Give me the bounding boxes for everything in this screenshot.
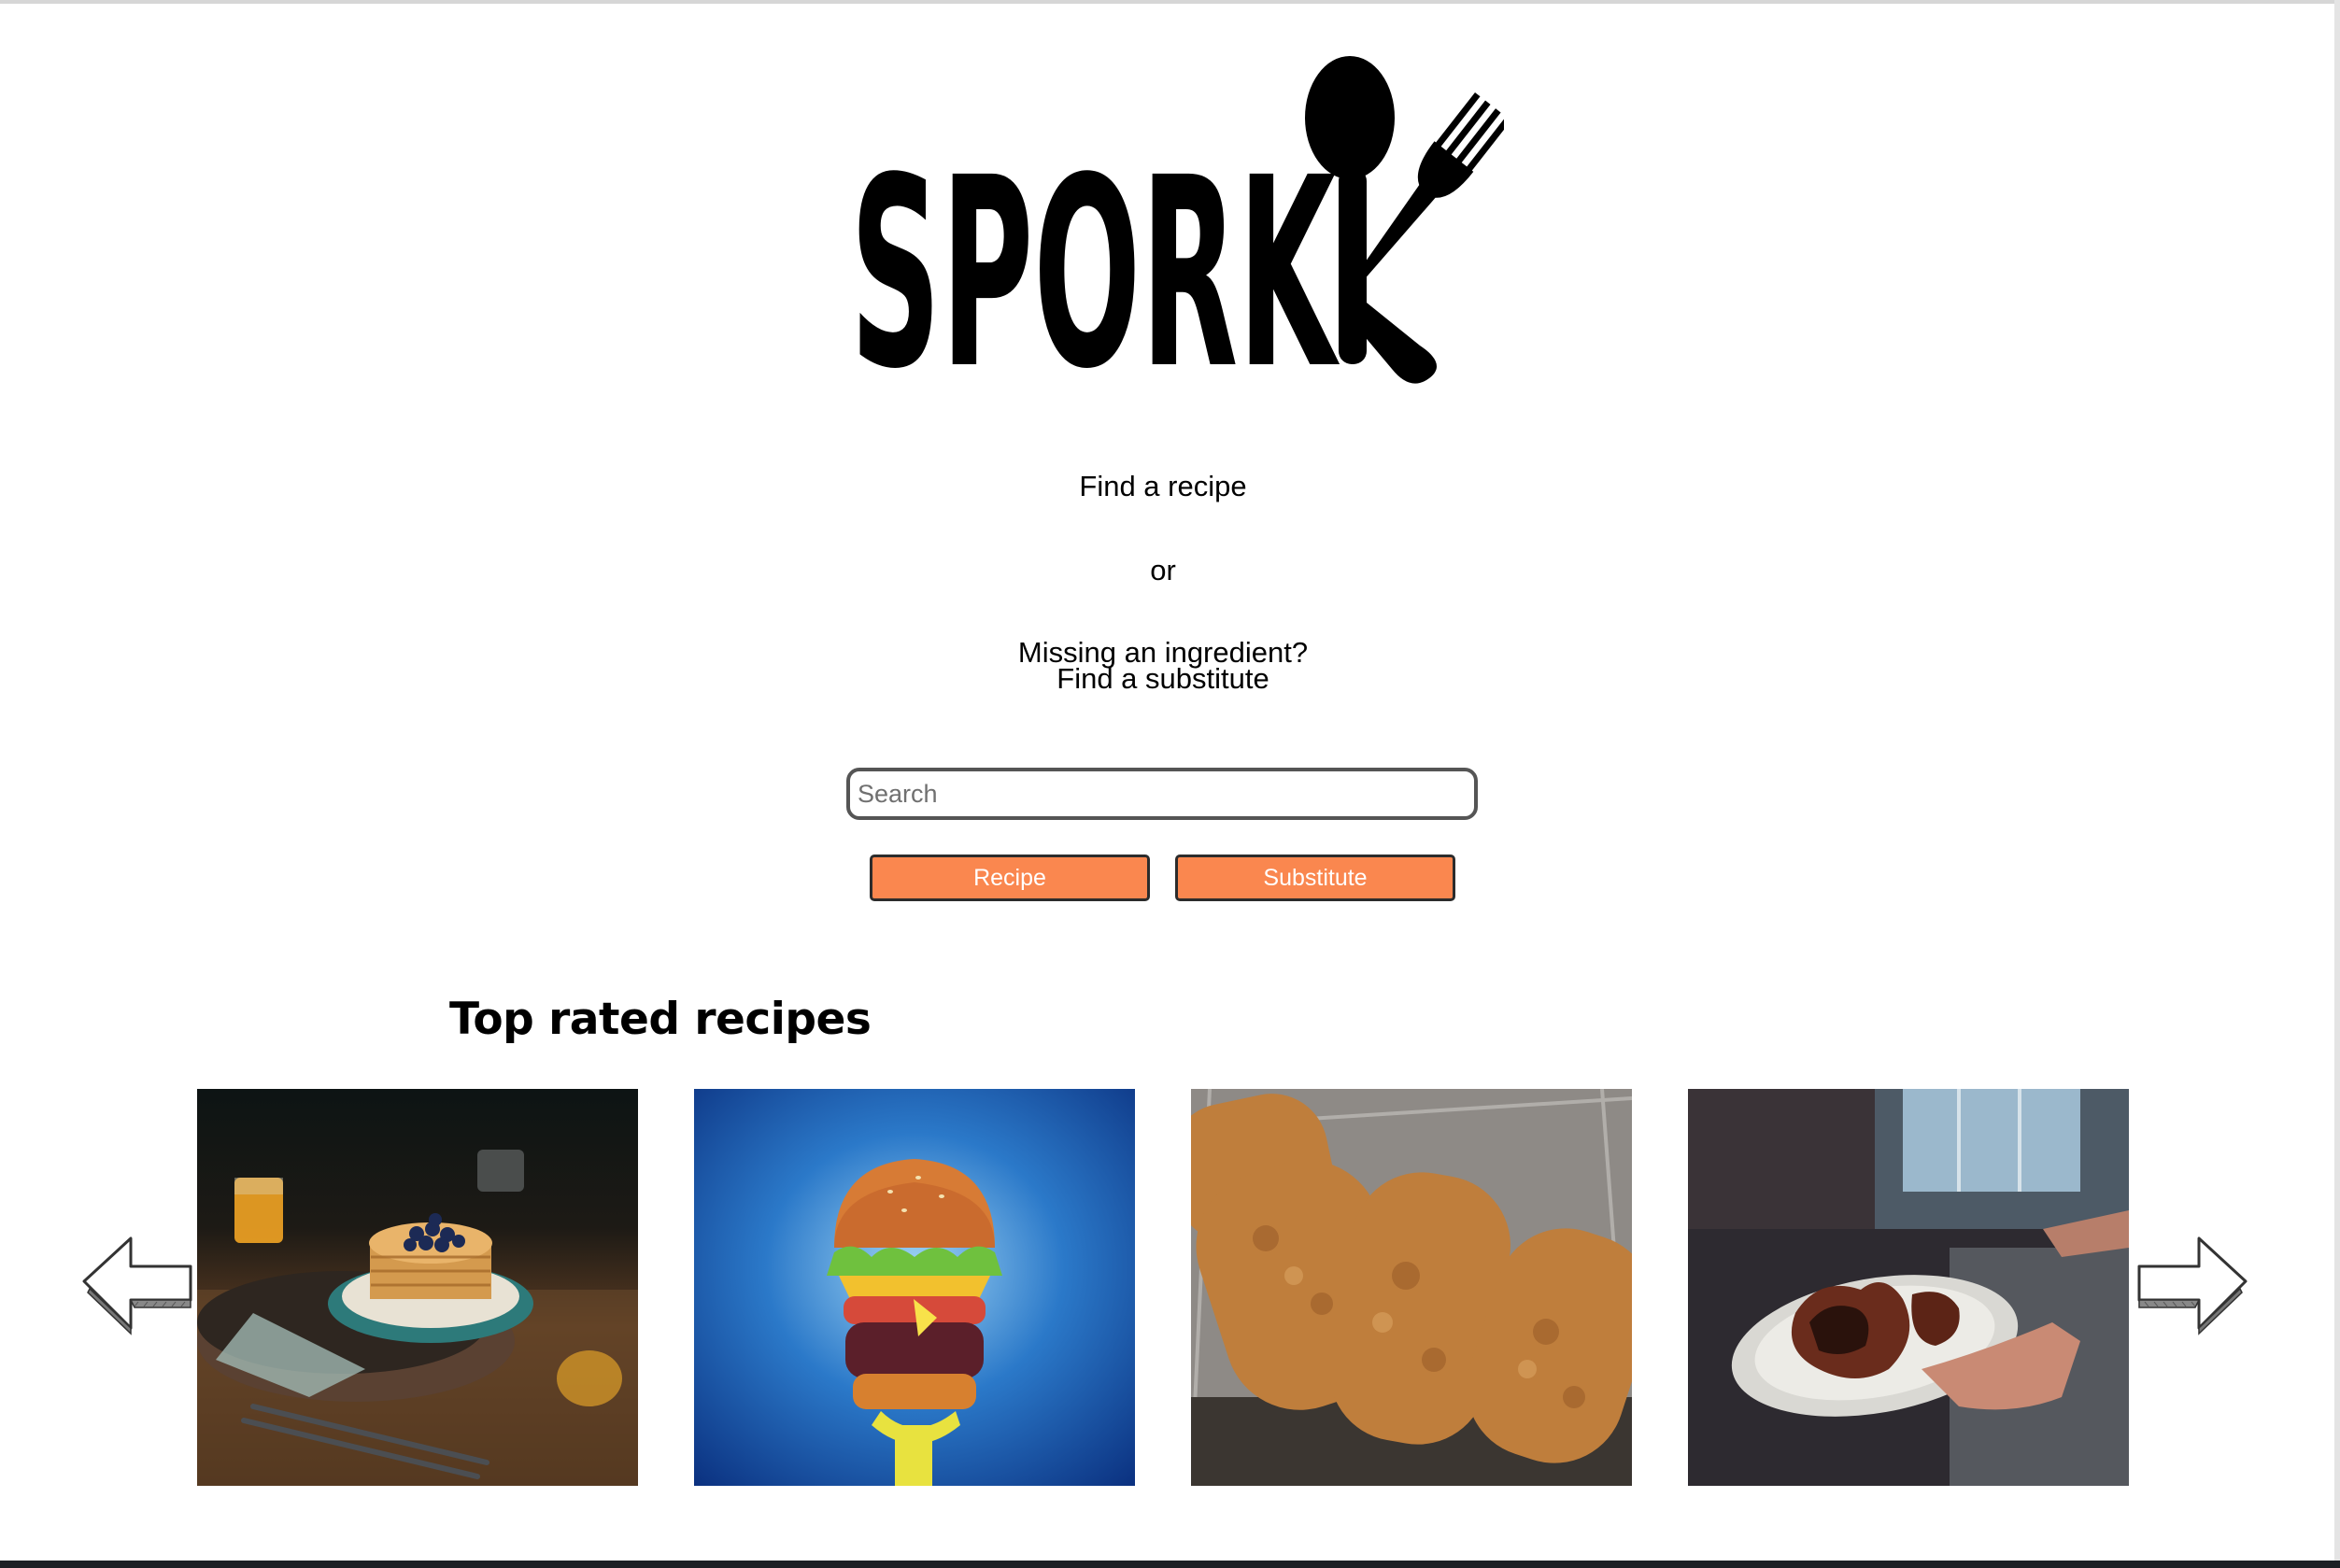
substitute-button[interactable]: Substitute (1175, 855, 1455, 901)
recipe-card-pancakes[interactable] (197, 1089, 638, 1486)
recipe-card-cutlets[interactable] (1191, 1089, 1632, 1486)
recipe-card-grilled-chicken[interactable] (1688, 1089, 2129, 1486)
recipe-card-burger[interactable] (694, 1089, 1135, 1486)
search-input[interactable] (846, 768, 1478, 820)
find-substitute-text: Find a substitute (1057, 662, 1269, 695)
window-top-border (0, 0, 2340, 4)
find-recipe-text: Find a recipe (1079, 470, 1247, 502)
taskbar-strip (0, 1561, 2340, 1568)
breaded-cutlets-photo (1191, 1089, 1632, 1486)
window-right-edge (2334, 0, 2340, 1568)
grilled-chicken-plate-photo (1688, 1089, 2129, 1486)
krabby-patty-burger-image (694, 1089, 1135, 1486)
or-text: or (1150, 554, 1176, 586)
right-arrow-icon[interactable] (2134, 1235, 2249, 1337)
recipe-button[interactable]: Recipe (870, 855, 1150, 901)
top-rated-title: Top rated recipes (449, 994, 872, 1045)
left-arrow-icon[interactable] (80, 1235, 196, 1337)
pancakes-photo (197, 1089, 638, 1486)
spork-logo[interactable]: SPORK (850, 56, 1504, 402)
spork-logo-wordmark: SPORK (850, 122, 1340, 402)
